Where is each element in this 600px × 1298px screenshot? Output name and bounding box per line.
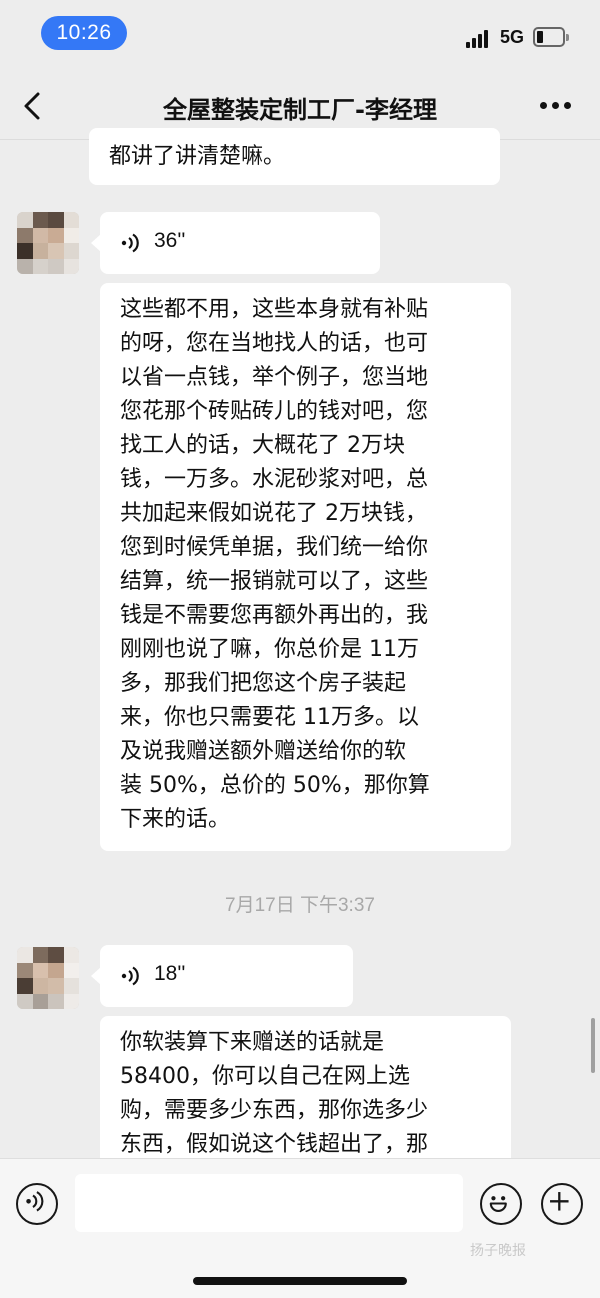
message-line: 钱，一万多。水泥砂浆对吧，总	[120, 467, 429, 492]
battery-icon	[533, 27, 569, 47]
voice-duration: 36''	[154, 229, 186, 252]
voice-duration: 18''	[154, 962, 186, 985]
message-line: 下来的话。	[120, 807, 231, 832]
contact-avatar[interactable]	[17, 212, 79, 274]
watermark: 扬子晚报	[470, 1243, 526, 1259]
message-line: 刚刚也说了嘛，你总价是 11万	[120, 637, 419, 662]
voice-message[interactable]: 36''	[91, 212, 380, 274]
back-arrow-icon[interactable]	[18, 90, 50, 122]
message-line: 找工人的话，大概花了 2万块	[120, 433, 405, 458]
message-line: 您花那个砖贴砖儿的钱对吧，您	[120, 399, 429, 424]
message-bubble[interactable]: 你软装算下来赠送的话就是 58400，你可以自己在网上选 购，需要多少东西，那你…	[100, 1016, 511, 1176]
plus-button[interactable]	[541, 1183, 583, 1225]
message-line: 装 50%，总价的 50%，那你算	[120, 773, 430, 798]
message-bubble[interactable]: 这些都不用，这些本身就有补贴 的呀，您在当地找人的话，也可 以省一点钱，举个例子…	[100, 283, 511, 851]
message-line: 的呀，您在当地找人的话，也可	[120, 331, 429, 356]
network-type: 5G	[500, 27, 525, 47]
plus-icon	[550, 1192, 569, 1211]
voice-message[interactable]: 18''	[91, 945, 353, 1007]
voice-wave-icon	[26, 1191, 44, 1212]
message-line: 来，你也只需要花 11万多。以	[120, 705, 419, 730]
signal-icon	[466, 30, 492, 48]
input-bar	[0, 1158, 600, 1298]
message-line: 及说我赠送额外赠送给你的软	[120, 739, 407, 764]
voice-wave-icon	[121, 233, 139, 253]
message-line: 东西，假如说这个钱超出了，那	[120, 1132, 429, 1157]
home-indicator	[193, 1277, 407, 1285]
voice-wave-icon	[121, 966, 139, 986]
chat-timestamp: 7月17日 下午3:37	[225, 895, 375, 916]
message-input[interactable]	[75, 1174, 463, 1232]
message-line: 钱是不需要您再额外再出的，我	[120, 603, 429, 628]
voice-input-button[interactable]	[16, 1183, 58, 1225]
scrollbar[interactable]	[591, 1018, 595, 1073]
message-line: 购，需要多少东西，那你选多少	[120, 1098, 429, 1123]
message-line: 以省一点钱，举个例子，您当地	[120, 365, 429, 390]
more-options-icon[interactable]	[540, 102, 572, 110]
message-line: 结算，统一报销就可以了，这些	[120, 569, 429, 594]
message-line: 您到时候凭单据，我们统一给你	[120, 535, 429, 560]
emoji-button[interactable]	[480, 1183, 522, 1225]
status-bar: 10:26 5G	[0, 0, 600, 72]
message-line: 58400，你可以自己在网上选	[120, 1064, 410, 1089]
message-line: 这些都不用，这些本身就有补贴	[120, 297, 429, 322]
emoji-icon	[489, 1196, 507, 1212]
chat-title: 全屋整装定制工厂-李经理	[163, 96, 437, 124]
message-line: 都讲了讲清楚嘛。	[109, 144, 286, 169]
message-bubble[interactable]: 都讲了讲清楚嘛。	[89, 128, 500, 185]
contact-avatar[interactable]	[17, 947, 79, 1009]
message-line: 你软装算下来赠送的话就是	[120, 1030, 385, 1055]
message-line: 多，那我们把您这个房子装起	[120, 671, 407, 696]
message-line: 共加起来假如说花了 2万块钱，	[120, 501, 427, 526]
status-time: 10:26	[41, 16, 127, 50]
